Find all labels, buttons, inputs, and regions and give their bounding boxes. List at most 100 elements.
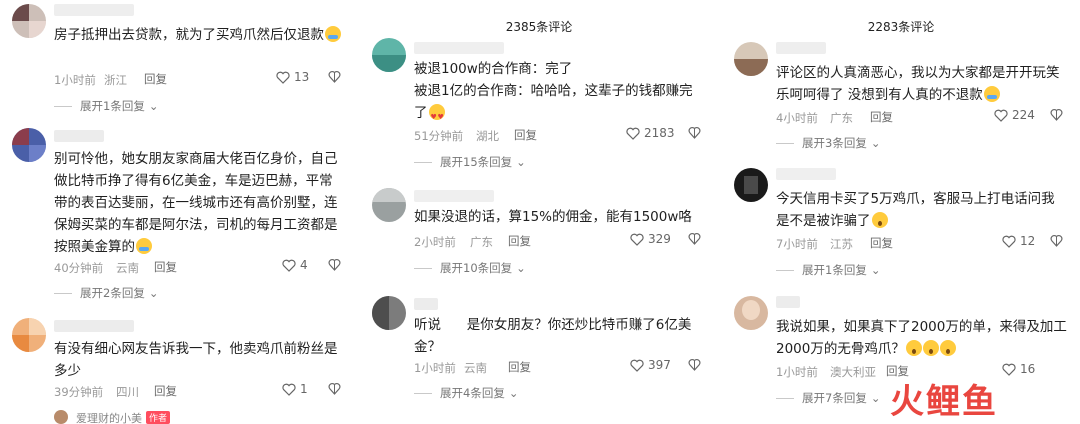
username-blurred [776,42,826,54]
expand-replies-label: 展开3条回复 [802,136,867,150]
comment-text: 被退100w的合作商：完了 被退1亿的合作商：哈哈哈，这辈子的钱都赚完了 [414,58,706,128]
dislike-button[interactable] [1050,108,1063,124]
thumb-down-icon [688,126,701,139]
dislike-button[interactable] [328,70,341,86]
username-blurred [414,190,494,202]
expand-replies-label: 展开2条回复 [80,286,145,300]
expand-replies-button[interactable]: 展开2条回复 ⌄ [54,285,158,301]
like-count: 397 [648,358,671,372]
avatar[interactable] [372,38,406,72]
watermark-text: 火鲤鱼 [890,381,998,422]
comment-meta: 2小时前 广东 回复 329 [414,232,704,250]
heart-outline-icon [630,233,644,246]
comment-text: 我说如果，如果真下了2000万的单，来得及加工2000万的无骨鸡爪？ [776,319,1067,357]
thumb-down-icon [688,358,701,371]
heart-outline-icon [994,109,1008,122]
reply-button[interactable]: 回复 [870,235,893,251]
comment-panel-middle: 2385条评论 被退100w的合作商：完了 被退1亿的合作商：哈哈哈，这辈子的钱… [360,0,718,424]
like-count: 12 [1020,234,1036,248]
comment-panel-right: 2283条评论 评论区的人真滴恶心，我以为大家都是开开玩笑乐呵呵得了 没想到有人… [722,0,1080,424]
author-badge: 作者 [146,411,171,424]
comment-time: 1小时前 [776,365,818,379]
like-count: 13 [294,70,310,84]
avatar[interactable] [734,296,768,330]
reply-button[interactable]: 回复 [514,127,537,143]
reply-button[interactable]: 回复 [870,109,893,125]
comment-time: 39分钟前 [54,385,104,399]
comment-time: 4小时前 [776,111,818,125]
comment-text: 如果没退的话，算15%的佣金，能有1500w咯 [414,209,692,225]
expand-replies-label: 展开4条回复 [440,386,505,400]
like-button[interactable]: 397 [630,358,671,372]
avatar[interactable] [12,318,46,352]
expand-replies-button[interactable]: 展开10条回复 ⌄ [414,260,526,276]
like-button[interactable]: 4 [282,258,308,272]
like-count: 16 [1020,362,1036,376]
comment-time: 1小时前 [414,361,456,375]
username-blurred [414,42,504,54]
avatar[interactable] [54,410,68,424]
avatar[interactable] [12,4,46,38]
username-blurred [54,4,134,16]
like-button[interactable]: 12 [1002,234,1035,248]
divider [54,292,72,294]
expand-replies-button[interactable]: 展开15条回复 ⌄ [414,154,526,170]
divider [414,267,432,269]
chevron-down-icon: ⌄ [516,261,526,275]
username-blurred [776,296,800,308]
heart-outline-icon [1002,235,1016,248]
comment-count: 2385条评论 [505,20,573,34]
comment-meta: 1小时前 浙江 回复 13 [54,70,344,88]
like-button[interactable]: 13 [276,70,309,84]
expand-replies-label: 展开1条回复 [80,99,145,113]
avatar[interactable] [734,42,768,76]
expand-replies-button[interactable]: 展开4条回复 ⌄ [414,385,518,401]
reply-button[interactable]: 回复 [154,383,177,399]
expand-replies-button[interactable]: 展开3条回复 ⌄ [776,135,880,151]
chevron-down-icon: ⌄ [870,263,881,277]
username-blurred [54,130,104,142]
reply-button[interactable]: 回复 [154,259,177,275]
comment-location: 浙江 [104,73,127,87]
comment-location: 广东 [830,111,853,125]
like-button[interactable]: 2183 [626,126,675,140]
comment-meta: 39分钟前 四川 回复 1 [54,382,344,400]
dislike-button[interactable] [1050,234,1063,250]
dislike-button[interactable] [688,358,701,374]
surprised-emoji-icon [922,340,939,356]
dislike-button[interactable] [328,258,341,274]
comment-text: 房子抵押出去贷款，就为了买鸡爪然后仅退款 [54,24,346,46]
expand-replies-button[interactable]: 展开7条回复 ⌄ [776,390,880,406]
avatar[interactable] [12,128,46,162]
comment-location: 广东 [470,235,493,249]
like-button[interactable]: 16 [1002,362,1035,376]
divider [414,161,432,163]
chevron-down-icon: ⌄ [148,286,159,300]
heart-outline-icon [626,127,640,140]
expand-replies-button[interactable]: 展开1条回复 ⌄ [54,98,158,114]
expand-replies-label: 展开1条回复 [802,263,867,277]
dislike-button[interactable] [688,232,701,248]
surprised-emoji-icon [939,340,956,356]
chevron-down-icon: ⌄ [870,391,881,405]
reply-button[interactable]: 回复 [144,71,167,87]
reply-button[interactable]: 回复 [508,359,531,375]
dislike-button[interactable] [688,126,701,142]
like-button[interactable]: 329 [630,232,671,246]
like-button[interactable]: 1 [282,382,308,396]
thumb-down-icon [1050,108,1063,121]
author-name-row: 爱理财的小美 作者 [76,410,171,424]
dislike-button[interactable] [328,382,341,398]
comment-text: 评论区的人真滴恶心，我以为大家都是开开玩笑乐呵呵得了 没想到有人真的不退款 [776,65,1060,103]
comment-text: 听说 是你女朋友？你还炒比特币赚了6亿美金？ [414,317,692,355]
avatar[interactable] [372,296,406,330]
chevron-down-icon: ⌄ [870,136,881,150]
expand-replies-button[interactable]: 展开1条回复 ⌄ [776,262,880,278]
avatar[interactable] [372,188,406,222]
avatar[interactable] [734,168,768,202]
comment-location: 江苏 [830,237,853,251]
watermark-logo: 火鲤鱼 [890,376,1070,422]
like-button[interactable]: 224 [994,108,1035,122]
like-count: 2183 [644,126,675,140]
reply-button[interactable]: 回复 [508,233,531,249]
